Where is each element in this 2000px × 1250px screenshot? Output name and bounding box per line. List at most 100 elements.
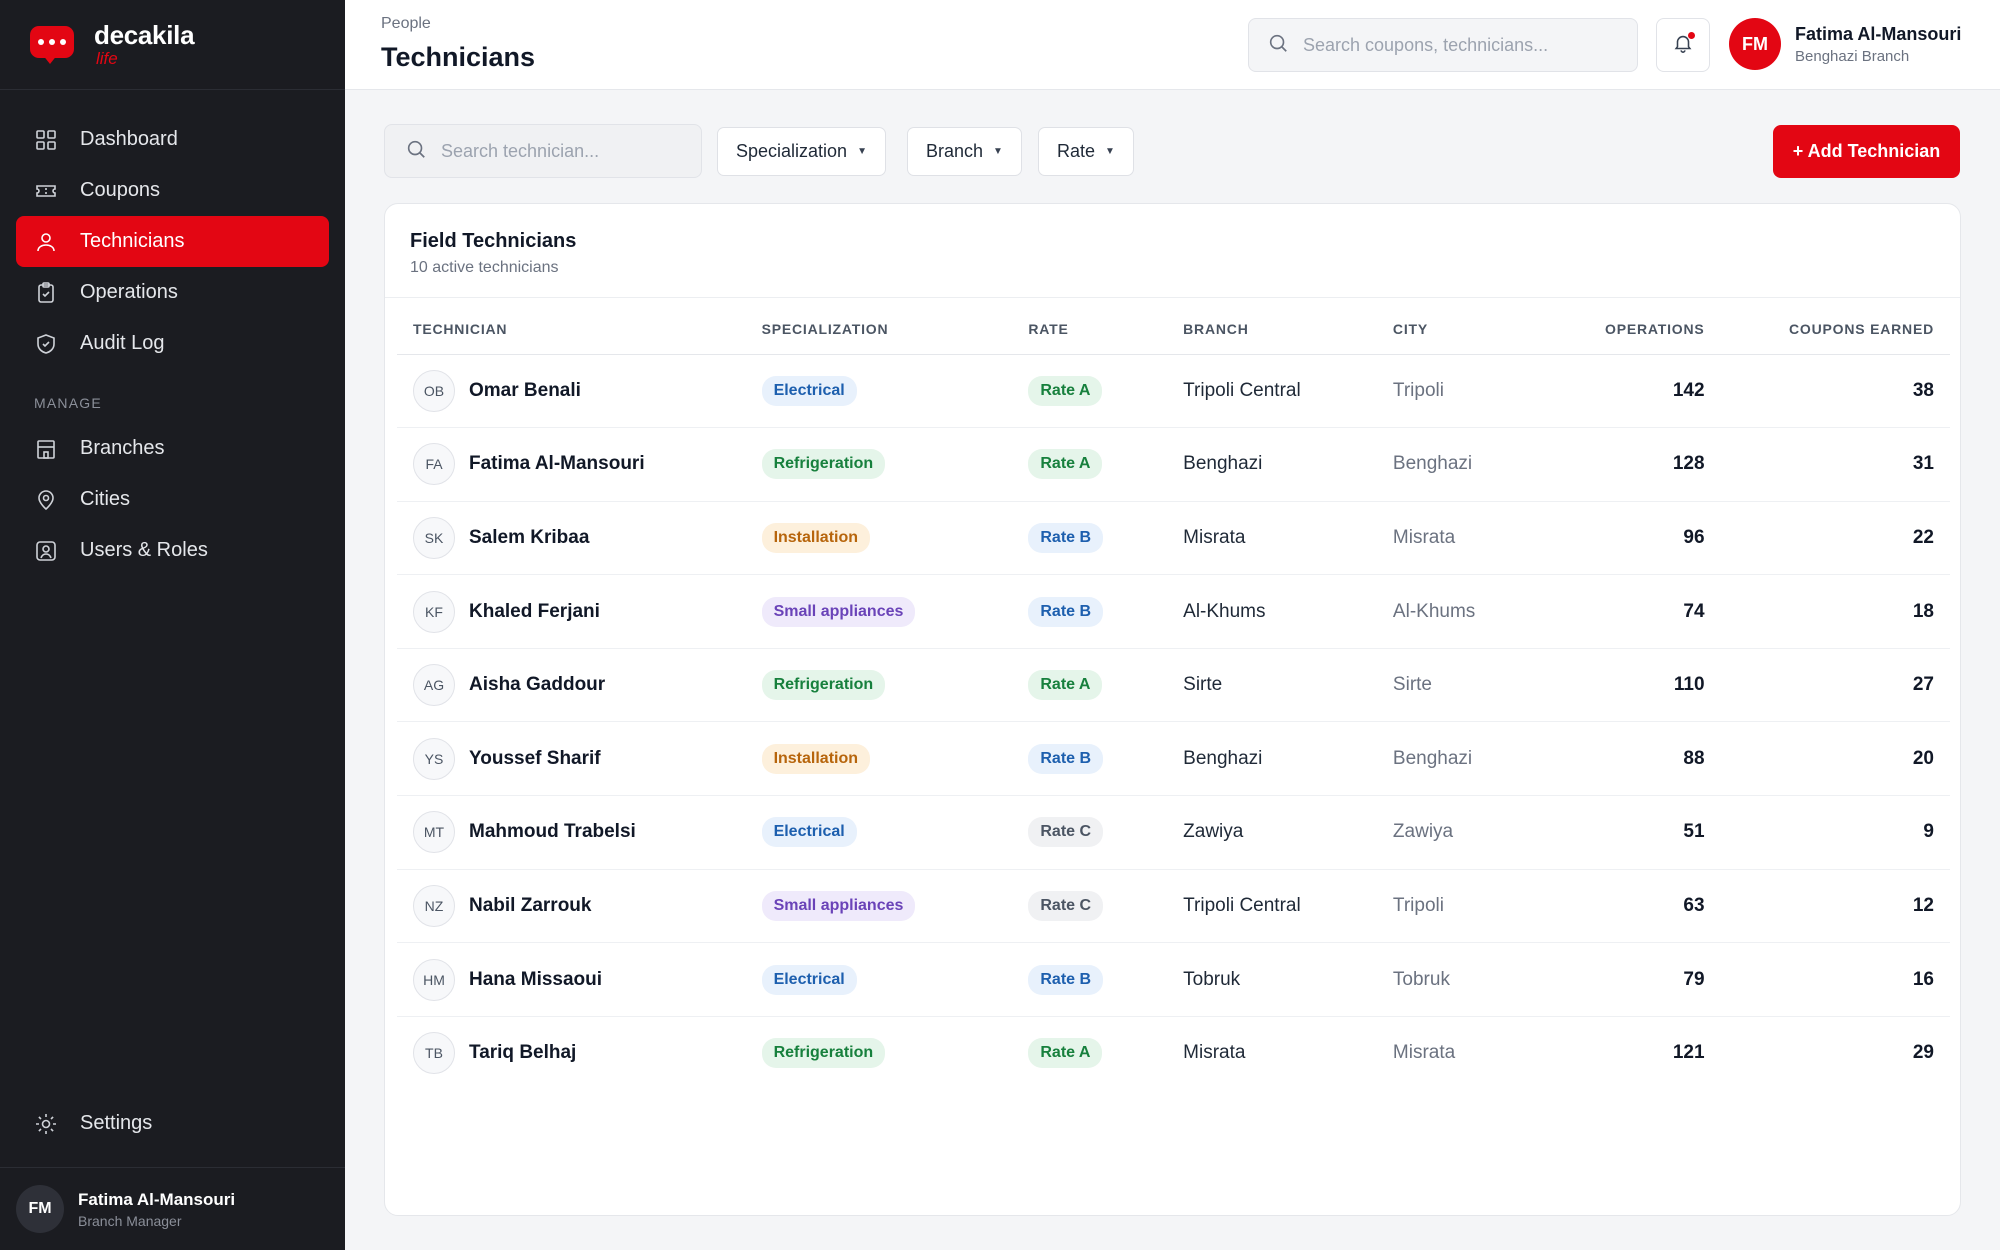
specialization-badge: Electrical: [761, 375, 857, 406]
technician-name[interactable]: Khaled Ferjani: [469, 601, 600, 623]
avatar: FM: [16, 1185, 64, 1233]
column-header-city[interactable]: CITY: [1392, 298, 1556, 355]
sidebar-item-settings[interactable]: Settings: [16, 1098, 329, 1149]
technician-name[interactable]: Mahmoud Trabelsi: [469, 821, 636, 843]
caret-down-icon: ▼: [993, 146, 1003, 157]
sidebar-item-label: Cities: [80, 488, 131, 510]
operations-count: 96: [1683, 526, 1705, 548]
technician-name[interactable]: Youssef Sharif: [469, 748, 601, 770]
sidebar-item-technicians[interactable]: Technicians: [16, 216, 329, 267]
rate-badge: Rate B: [1028, 522, 1104, 553]
specialization-badge: Electrical: [761, 817, 857, 848]
technician-name[interactable]: Fatima Al-Mansouri: [469, 453, 645, 475]
branch-cell: Sirte: [1183, 648, 1393, 723]
specialization-badge: Small appliances: [761, 890, 916, 921]
table-row[interactable]: YS Youssef Sharif Installation Rate B Bengha…: [397, 721, 1950, 797]
specialization-badge: Electrical: [761, 964, 857, 995]
sidebar-user-card[interactable]: FM Fatima Al-Mansouri Branch Manager: [0, 1167, 345, 1250]
specialization-badge: Installation: [761, 743, 871, 774]
brand-name: decakila: [94, 20, 195, 50]
global-search-input[interactable]: [1303, 34, 1623, 56]
table-row[interactable]: MT Mahmoud Trabelsi Electrical Rate C Zawiya…: [397, 795, 1950, 870]
technician-name[interactable]: Nabil Zarrouk: [469, 895, 591, 917]
sidebar-item-users-roles[interactable]: Users & Roles: [16, 525, 329, 576]
sidebar-item-label: Branches: [80, 437, 165, 459]
city-cell: Tripoli: [1392, 869, 1556, 944]
sidebar-item-audit-log[interactable]: Audit Log: [16, 318, 329, 369]
column-header-technician[interactable]: TECHNICIAN: [397, 298, 762, 355]
coupons-count: 38: [1912, 379, 1934, 401]
column-header-specialization[interactable]: SPECIALIZATION: [761, 298, 1029, 355]
technician-name[interactable]: Omar Benali: [469, 380, 581, 402]
table-row[interactable]: SK Salem Kribaa Installation Rate B Misrata M…: [397, 501, 1950, 576]
technician-name[interactable]: Aisha Gaddour: [469, 674, 605, 696]
notification-dot: [1688, 32, 1695, 39]
rate-badge: Rate A: [1028, 375, 1103, 406]
add-technician-button[interactable]: + Add Technician: [1773, 125, 1960, 178]
rate-badge: Rate A: [1028, 1038, 1103, 1069]
branch-cell: Zawiya: [1183, 795, 1393, 870]
sidebar-item-operations[interactable]: Operations: [16, 267, 329, 318]
branch-cell: Misrata: [1183, 501, 1393, 576]
breadcrumb[interactable]: People: [381, 15, 431, 33]
coupons-count: 18: [1912, 600, 1934, 622]
sidebar-item-label: Users & Roles: [80, 539, 208, 561]
branch-filter[interactable]: Branch ▼: [907, 127, 1022, 176]
sun-gear-icon: [34, 1112, 58, 1136]
avatar: FA: [413, 443, 455, 486]
topbar: People Technicians FM Fatima Al-Mansouri…: [345, 0, 2000, 90]
table-row[interactable]: HM Hana Missaoui Electrical Rate B Tobruk Tob…: [397, 942, 1950, 1017]
coupons-count: 29: [1912, 1042, 1934, 1064]
table-row[interactable]: OB Omar Benali Electrical Rate A Tripoli Cen…: [397, 354, 1950, 429]
table-row[interactable]: FA Fatima Al-Mansouri Refrigeration Rate A B…: [397, 427, 1950, 502]
sidebar-user-role: Branch Manager: [78, 1212, 182, 1229]
page-title: Technicians: [381, 42, 536, 72]
technician-search-input[interactable]: [441, 140, 691, 162]
column-header-branch[interactable]: BRANCH: [1183, 298, 1393, 355]
notifications-button[interactable]: [1656, 18, 1710, 72]
global-search[interactable]: [1248, 18, 1638, 72]
coupons-count: 22: [1912, 526, 1934, 548]
column-header-coupons[interactable]: COUPONS EARNED: [1704, 298, 1950, 355]
user-menu[interactable]: FM Fatima Al-Mansouri Benghazi Branch: [1729, 18, 1961, 70]
sidebar-item-coupons[interactable]: Coupons: [16, 165, 329, 216]
table-row[interactable]: AG Aisha Gaddour Refrigeration Rate A Sirte S…: [397, 648, 1950, 723]
sidebar-item-label: Settings: [80, 1112, 153, 1134]
coupons-count: 16: [1912, 968, 1934, 990]
coupons-count: 27: [1912, 674, 1934, 696]
brand[interactable]: decakila life: [0, 0, 345, 90]
sidebar-item-dashboard[interactable]: Dashboard: [16, 114, 329, 165]
specialization-badge: Refrigeration: [761, 449, 886, 480]
technicians-card: Field Technicians 10 active technicians …: [384, 203, 1961, 1216]
column-header-rate[interactable]: RATE: [1028, 298, 1184, 355]
technician-name[interactable]: Salem Kribaa: [469, 527, 589, 549]
column-header-operations[interactable]: OPERATIONS: [1555, 298, 1705, 355]
branch-cell: Tripoli Central: [1183, 354, 1393, 429]
operations-count: 51: [1683, 821, 1705, 843]
shield-icon: [34, 332, 58, 356]
technician-name[interactable]: Tariq Belhaj: [469, 1042, 576, 1064]
sidebar-item-branches[interactable]: Branches: [16, 423, 329, 474]
city-cell: Misrata: [1392, 1042, 1456, 1064]
specialization-filter[interactable]: Specialization ▼: [717, 127, 886, 176]
brand-sub: life: [96, 49, 118, 68]
technician-name[interactable]: Hana Missaoui: [469, 969, 602, 991]
coupons-count: 9: [1923, 821, 1934, 843]
table-row[interactable]: KF Khaled Ferjani Small appliances Rate B Al…: [397, 574, 1950, 649]
operations-count: 110: [1673, 674, 1705, 696]
sidebar-item-cities[interactable]: Cities: [16, 474, 329, 525]
specialization-badge: Installation: [761, 522, 871, 553]
operations-count: 121: [1672, 1042, 1705, 1064]
table-row[interactable]: NZ Nabil Zarrouk Small appliances Rate C Tri…: [397, 869, 1950, 944]
city-cell: Tripoli: [1392, 354, 1556, 429]
search-icon: [405, 138, 427, 165]
avatar: OB: [413, 369, 455, 412]
table-row[interactable]: TB Tariq Belhaj Refrigeration Rate A Misrata…: [397, 1016, 1950, 1090]
rate-badge: Rate C: [1028, 817, 1104, 848]
sidebar-item-label: Audit Log: [80, 332, 165, 354]
avatar: KF: [413, 590, 455, 633]
operations-count: 74: [1683, 600, 1705, 622]
rate-filter[interactable]: Rate ▼: [1038, 127, 1134, 176]
technician-search[interactable]: [384, 124, 702, 178]
city-cell: Tobruk: [1392, 942, 1556, 1017]
